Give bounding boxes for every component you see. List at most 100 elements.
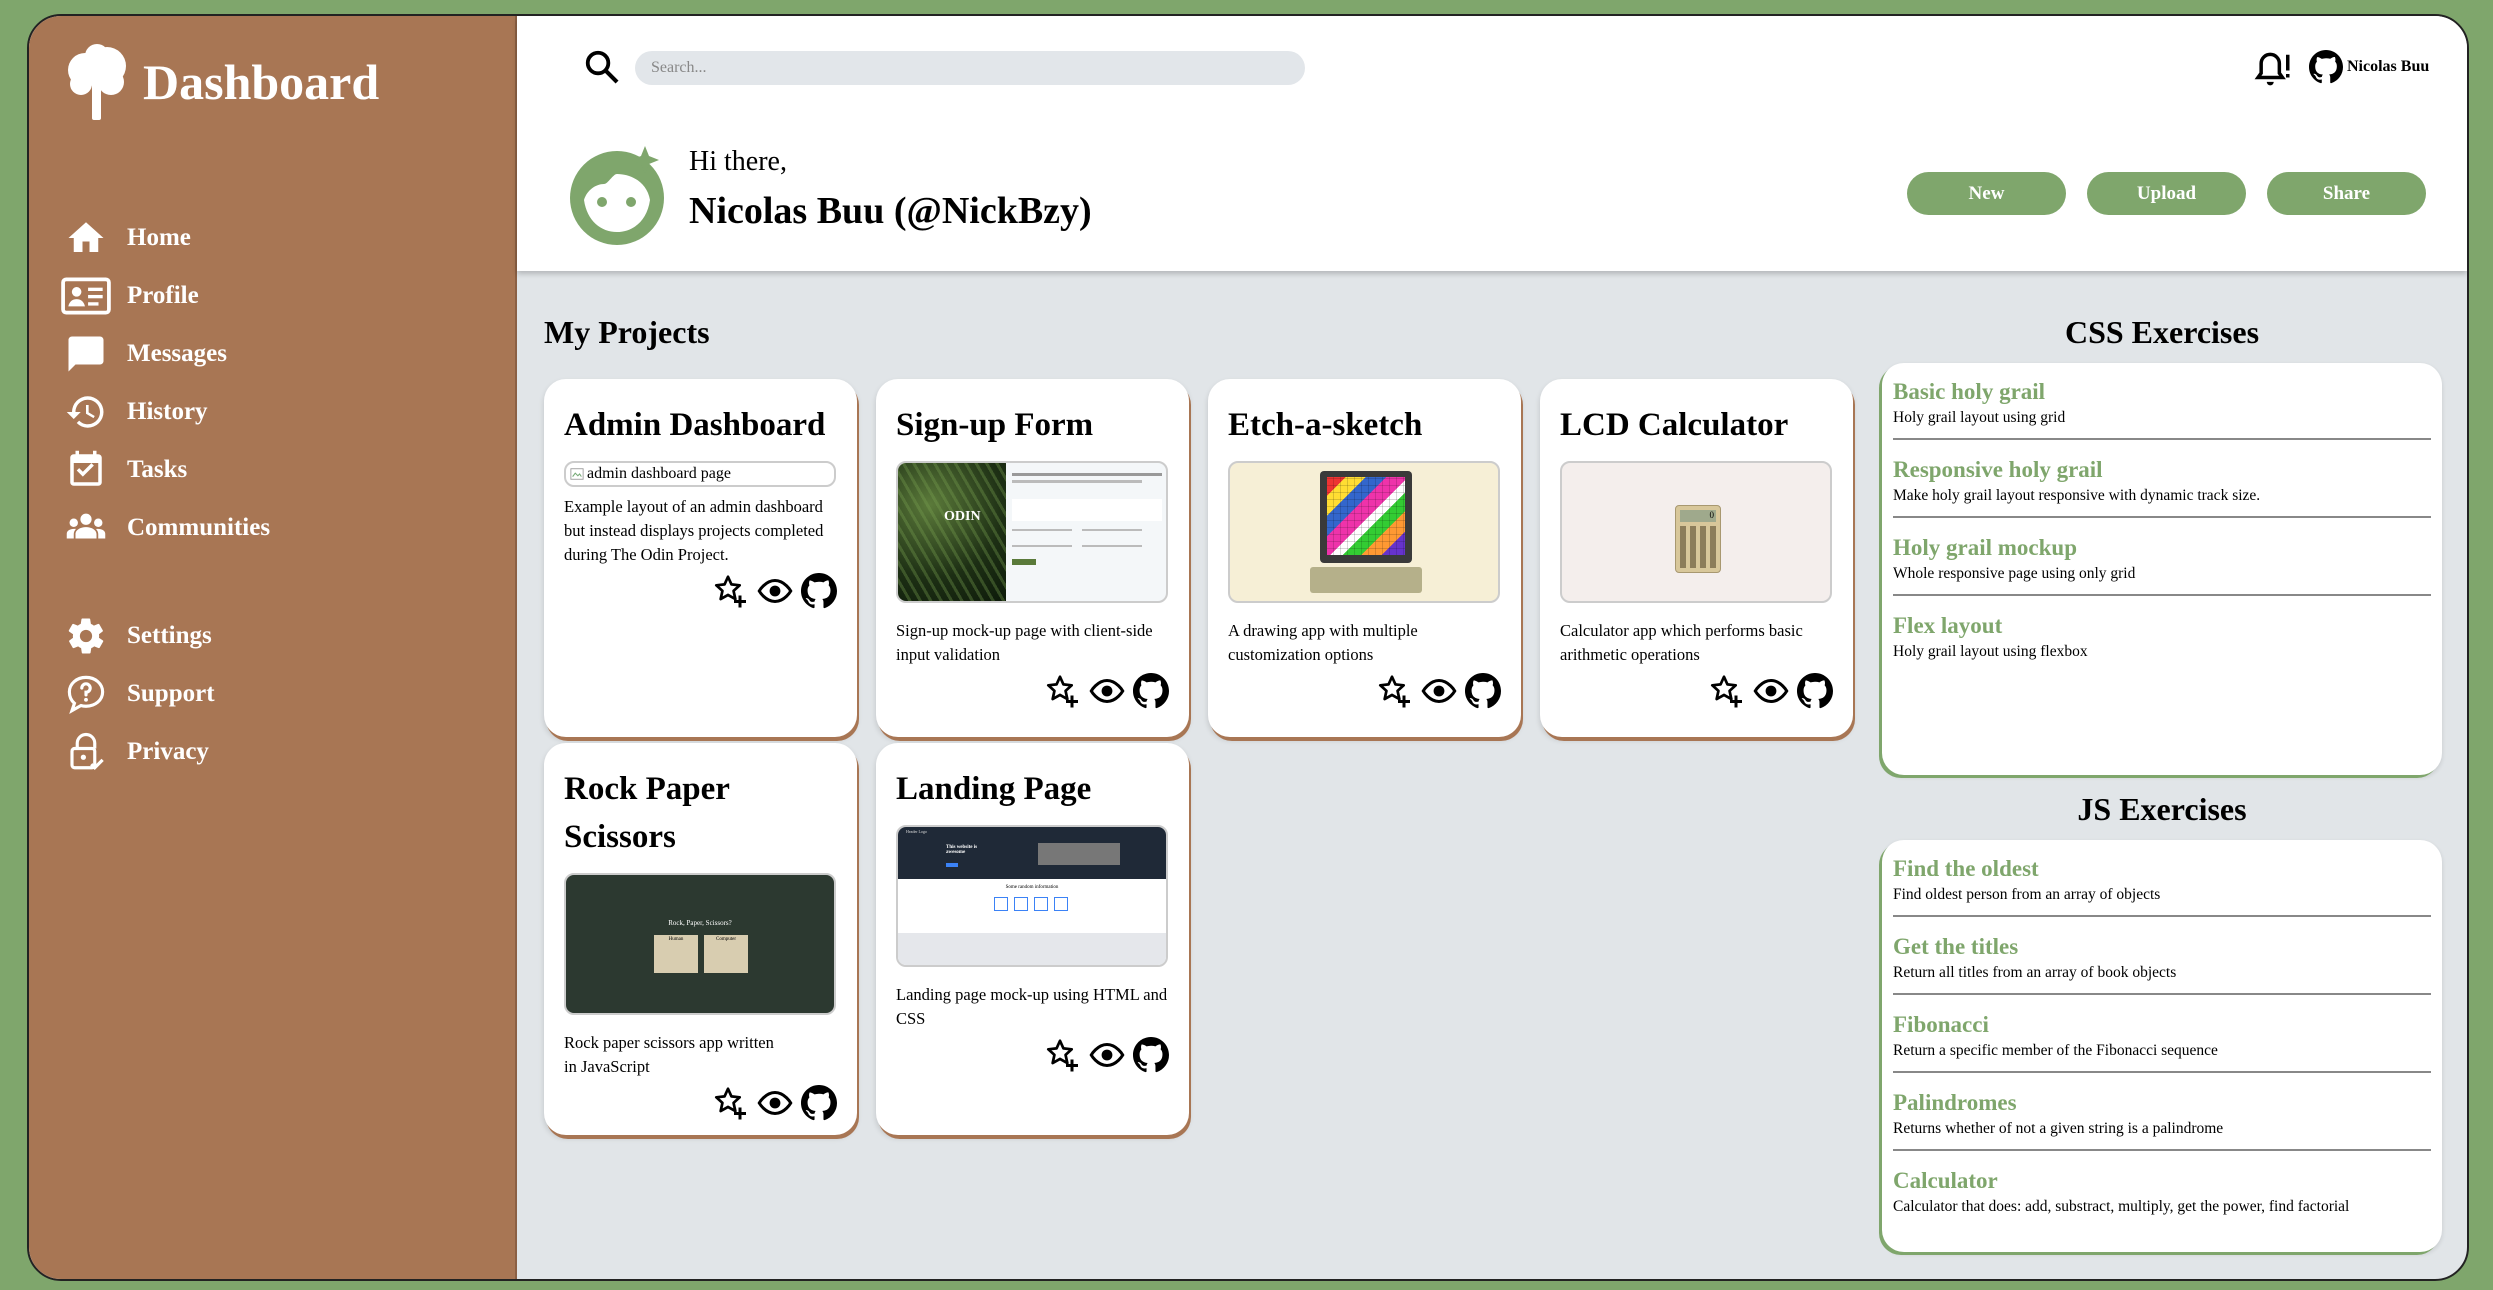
search-icon[interactable]	[583, 48, 621, 86]
lock-check-icon	[70, 732, 104, 770]
sidebar-item-label: Communities	[127, 514, 271, 541]
css-exercises-title: CSS Exercises	[2064, 314, 2260, 350]
github-icon[interactable]	[1465, 673, 1501, 709]
sidebar-item-label: Profile	[127, 282, 199, 309]
exercise-name: Basic holy grail	[1893, 379, 2046, 404]
project-card-landing-page[interactable]: Landing Page Header Logo This website is…	[876, 743, 1189, 1135]
card-description: Sign-up mock-up page with client-side in…	[896, 621, 1153, 664]
card-actions	[1228, 673, 1501, 709]
exercise-item[interactable]: Basic holy grail Holy grail layout using…	[1893, 375, 2431, 440]
exercise-item[interactable]: Palindromes Returns whether of not a giv…	[1893, 1086, 2431, 1151]
project-thumbnail: ODIN	[896, 461, 1168, 603]
js-exercises-panel: Find the oldest Find oldest person from …	[1882, 840, 2442, 1252]
home-icon	[68, 222, 104, 252]
project-thumbnail: Header Logo This website is awesome Some…	[896, 825, 1168, 967]
sidebar-item-messages[interactable]: Messages	[61, 325, 270, 383]
exercise-description: Return all titles from an array of book …	[1893, 964, 2177, 981]
project-card-sign-up-form[interactable]: Sign-up Form ODIN Sign-up mock-up page w…	[876, 379, 1189, 737]
odin-logo-text: ODIN	[944, 509, 981, 524]
card-title: Sign-up Form	[896, 407, 1094, 443]
github-icon[interactable]	[1133, 1037, 1169, 1073]
card-actions	[896, 673, 1169, 709]
card-description: Landing page mock-up using HTML and CSS	[896, 985, 1168, 1028]
upload-button[interactable]: Upload	[2087, 172, 2246, 215]
exercise-item[interactable]: Calculator Calculator that does: add, su…	[1893, 1164, 2431, 1227]
sidebar-item-label: Support	[127, 680, 215, 707]
projects-title: My Projects	[544, 314, 710, 350]
star-add-icon[interactable]	[713, 573, 749, 609]
exercise-description: Holy grail layout using grid	[1893, 409, 2066, 426]
user-chip[interactable]: Nicolas Buu	[2309, 50, 2429, 84]
project-card-admin-dashboard[interactable]: Admin Dashboard admin dashboard page Exa…	[544, 379, 857, 737]
exercise-name: Find the oldest	[1893, 856, 2039, 881]
exercise-item[interactable]: Holy grail mockup Whole responsive page …	[1893, 531, 2431, 596]
new-button[interactable]: New	[1907, 172, 2066, 215]
app-frame: Dashboard Home Profile Messages History …	[27, 14, 2469, 1281]
share-button[interactable]: Share	[2267, 172, 2426, 215]
sidebar-item-tasks[interactable]: Tasks	[61, 441, 270, 499]
card-title: Admin Dashboard	[564, 407, 826, 443]
sidebar-item-profile[interactable]: Profile	[61, 267, 270, 325]
header-actions: New Upload Share	[1907, 172, 2426, 215]
card-description: A drawing app with multiple customizatio…	[1228, 621, 1418, 664]
sidebar-item-history[interactable]: History	[61, 383, 270, 441]
project-card-rock-paper-scissors[interactable]: Rock Paper Scissors Rock, Paper, Scissor…	[544, 743, 857, 1135]
search-input[interactable]	[635, 51, 1305, 85]
exercise-item[interactable]: Flex layout Holy grail layout using flex…	[1893, 609, 2431, 672]
eye-icon[interactable]	[1089, 1037, 1125, 1073]
star-add-icon[interactable]	[1045, 673, 1081, 709]
card-description: Calculator app which performs basic arit…	[1560, 621, 1803, 664]
exercise-name: Palindromes	[1893, 1090, 2017, 1115]
exercise-item[interactable]: Responsive holy grail Make holy grail la…	[1893, 453, 2431, 518]
broken-image-icon	[570, 468, 584, 480]
sidebar-item-label: Messages	[127, 340, 227, 367]
card-title: Rock Paper Scissors	[564, 771, 730, 855]
card-actions	[564, 1085, 837, 1121]
star-add-icon[interactable]	[713, 1085, 749, 1121]
landing-hero: This website is awesome	[946, 845, 978, 855]
bell-alert-icon[interactable]	[2251, 46, 2293, 88]
exercise-description: Find oldest person from an array of obje…	[1893, 886, 2161, 903]
sidebar-nav: Home Profile Messages History Tasks Comm…	[61, 209, 270, 781]
star-add-icon[interactable]	[1709, 673, 1745, 709]
exercise-name: Fibonacci	[1893, 1012, 1989, 1037]
star-add-icon[interactable]	[1377, 673, 1413, 709]
github-icon	[2309, 50, 2343, 84]
sidebar-item-label: Settings	[127, 622, 212, 649]
gear-icon	[68, 618, 104, 654]
exercise-item[interactable]: Get the titles Return all titles from an…	[1893, 930, 2431, 995]
card-actions	[1560, 673, 1833, 709]
eye-icon[interactable]	[757, 573, 793, 609]
sidebar-item-privacy[interactable]: Privacy	[61, 723, 270, 781]
eye-icon[interactable]	[1421, 673, 1457, 709]
tree-logo-icon	[68, 44, 126, 120]
exercise-item[interactable]: Fibonacci Return a specific member of th…	[1893, 1008, 2431, 1073]
github-icon[interactable]	[801, 573, 837, 609]
exercise-description: Holy grail layout using flexbox	[1893, 643, 2088, 660]
avatar[interactable]	[565, 138, 677, 250]
eye-icon[interactable]	[1089, 673, 1125, 709]
project-card-lcd-calculator[interactable]: LCD Calculator 0 Calculator app which pe…	[1540, 379, 1853, 737]
card-description: Rock paper scissors app written in JavaS…	[564, 1033, 774, 1076]
eye-icon[interactable]	[757, 1085, 793, 1121]
project-card-etch-a-sketch[interactable]: Etch-a-sketch A drawing app with multipl…	[1208, 379, 1521, 737]
id-card-icon	[61, 277, 111, 315]
exercise-name: Holy grail mockup	[1893, 535, 2078, 560]
sidebar-item-settings[interactable]: Settings	[61, 607, 270, 665]
exercise-description: Return a specific member of the Fibonacc…	[1893, 1042, 2218, 1059]
github-icon[interactable]	[1133, 673, 1169, 709]
exercise-description: Make holy grail layout responsive with d…	[1893, 487, 2261, 504]
github-icon[interactable]	[1797, 673, 1833, 709]
star-add-icon[interactable]	[1045, 1037, 1081, 1073]
eye-icon[interactable]	[1753, 673, 1789, 709]
sidebar-item-communities[interactable]: Communities	[61, 499, 270, 557]
greeting: Hi there,	[689, 146, 787, 177]
exercise-item[interactable]: Find the oldest Find oldest person from …	[1893, 852, 2431, 917]
people-icon	[66, 513, 106, 539]
sidebar-item-home[interactable]: Home	[61, 209, 270, 267]
sidebar-item-support[interactable]: Support	[61, 665, 270, 723]
js-exercises-title: JS Exercises	[2077, 791, 2247, 827]
github-icon[interactable]	[801, 1085, 837, 1121]
user-name: Nicolas Buu (@NickBzy)	[689, 190, 1092, 232]
calc-display: 0	[1680, 510, 1716, 522]
